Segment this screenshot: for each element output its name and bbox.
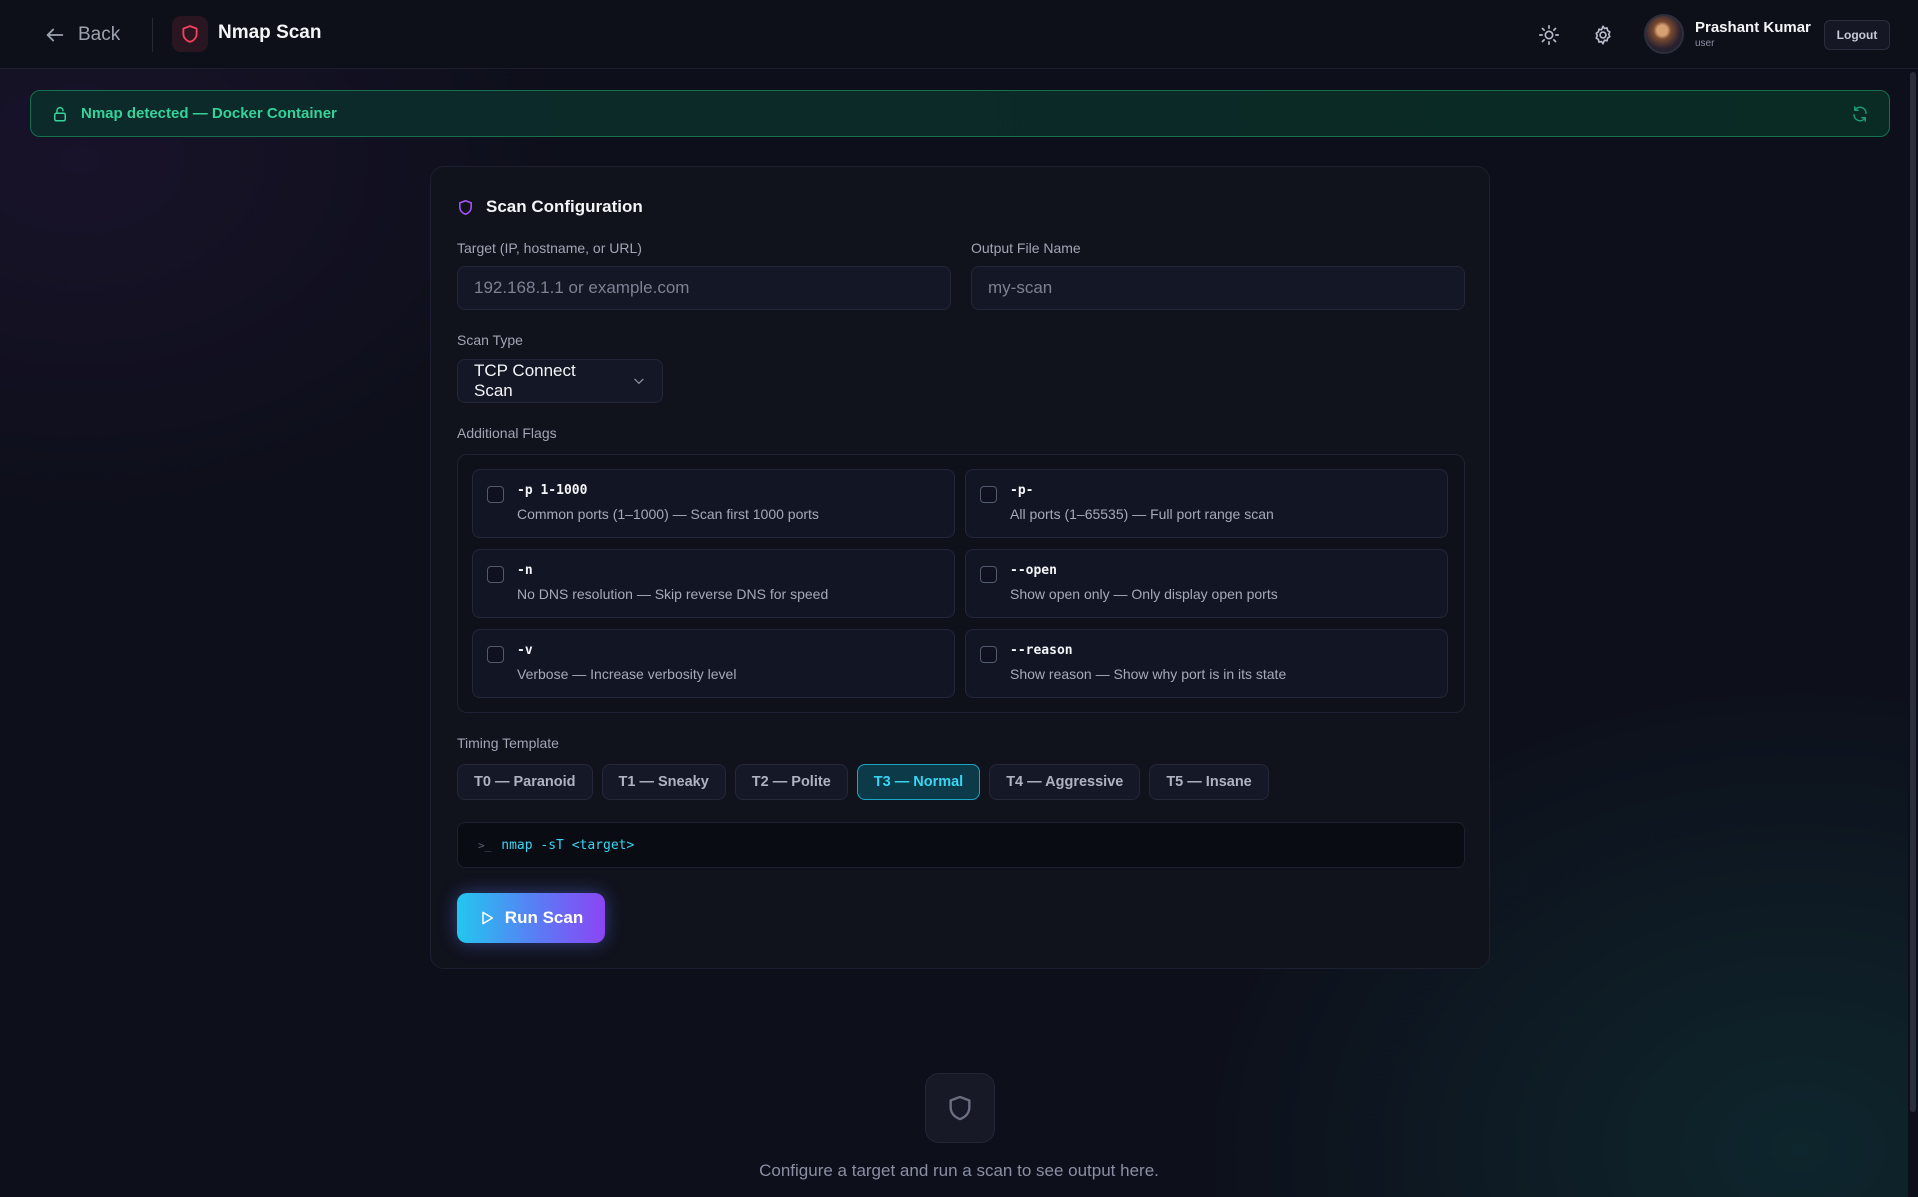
flag-checkbox[interactable] xyxy=(487,566,504,583)
flag-name: -p- xyxy=(1010,483,1034,498)
terminal-icon: >_ xyxy=(478,838,492,852)
flag-option[interactable]: -n No DNS resolution — Skip reverse DNS … xyxy=(472,549,955,618)
timing-option-t5[interactable]: T5 — Insane xyxy=(1149,764,1269,800)
empty-state-icon xyxy=(925,1073,995,1143)
flag-checkbox[interactable] xyxy=(487,486,504,503)
timing-option-t2[interactable]: T2 — Polite xyxy=(734,764,848,800)
arrow-left-icon xyxy=(46,28,64,42)
flag-checkbox[interactable] xyxy=(487,646,504,663)
scan-type-label: Scan Type xyxy=(457,332,523,348)
flag-description: Show open only — Only display open ports xyxy=(1010,586,1278,602)
flag-checkbox[interactable] xyxy=(980,486,997,503)
shield-icon xyxy=(949,1095,971,1121)
play-icon xyxy=(482,911,493,925)
flag-name: --open xyxy=(1010,563,1057,578)
flag-description: No DNS resolution — Skip reverse DNS for… xyxy=(517,586,829,602)
logout-button[interactable]: Logout xyxy=(1824,20,1890,50)
run-scan-label: Run Scan xyxy=(504,908,584,927)
flag-option[interactable]: -v Verbose — Increase verbosity level xyxy=(472,629,955,698)
scan-configuration-card: Scan Configuration Target (IP, hostname,… xyxy=(430,166,1490,969)
output-file-input[interactable] xyxy=(971,266,1465,310)
command-text: nmap -sT <target> xyxy=(501,837,635,853)
flag-option[interactable]: -p 1-1000 Common ports (1–1000) — Scan f… xyxy=(472,469,955,538)
timing-option-t4[interactable]: T4 — Aggressive xyxy=(989,764,1141,800)
refresh-icon[interactable] xyxy=(1851,105,1869,123)
run-scan-button[interactable]: Run Scan xyxy=(457,893,605,943)
target-input[interactable] xyxy=(457,266,951,310)
divider xyxy=(152,18,153,52)
scan-type-select[interactable]: TCP Connect Scan xyxy=(457,359,663,403)
timing-option-t0[interactable]: T0 — Paranoid xyxy=(457,764,593,800)
flags-group: -p 1-1000 Common ports (1–1000) — Scan f… xyxy=(457,454,1465,713)
scan-type-value: TCP Connect Scan xyxy=(474,361,576,400)
timing-option-t1[interactable]: T1 — Sneaky xyxy=(601,764,726,800)
banner-text: Nmap detected — Docker Container xyxy=(81,105,337,122)
shield-icon xyxy=(459,199,472,215)
settings-button[interactable] xyxy=(1588,20,1618,50)
flag-option[interactable]: --open Show open only — Only display ope… xyxy=(965,549,1448,618)
flag-name: -p 1-1000 xyxy=(517,483,588,498)
nmap-status-banner: Nmap detected — Docker Container xyxy=(30,90,1890,137)
user-role: user xyxy=(1695,38,1715,49)
app-logo xyxy=(172,16,208,52)
flag-description: Common ports (1–1000) — Scan first 1000 … xyxy=(517,506,819,522)
back-label: Back xyxy=(78,24,121,45)
flag-option[interactable]: --reason Show reason — Show why port is … xyxy=(965,629,1448,698)
flag-description: Verbose — Increase verbosity level xyxy=(517,666,737,682)
chevron-down-icon xyxy=(634,378,644,384)
shield-icon xyxy=(182,25,198,43)
flag-name: -v xyxy=(517,643,533,658)
timing-template-label: Timing Template xyxy=(457,735,559,751)
output-file-label: Output File Name xyxy=(971,240,1081,256)
flag-name: -n xyxy=(517,563,533,578)
flag-checkbox[interactable] xyxy=(980,646,997,663)
target-label: Target (IP, hostname, or URL) xyxy=(457,240,642,256)
command-preview: >_ nmap -sT <target> xyxy=(457,822,1465,868)
user-name: Prashant Kumar xyxy=(1695,19,1811,36)
page-title: Nmap Scan xyxy=(218,22,322,43)
flag-option[interactable]: -p- All ports (1–65535) — Full port rang… xyxy=(965,469,1448,538)
flag-checkbox[interactable] xyxy=(980,566,997,583)
gear-icon xyxy=(1595,25,1611,45)
back-button[interactable]: Back xyxy=(44,20,120,50)
lock-icon xyxy=(54,106,66,121)
flag-description: All ports (1–65535) — Full port range sc… xyxy=(1010,506,1274,522)
card-header: Scan Configuration xyxy=(457,197,643,217)
scrollbar-thumb[interactable] xyxy=(1910,72,1916,1112)
flag-description: Show reason — Show why port is in its st… xyxy=(1010,666,1287,682)
sun-icon xyxy=(1539,25,1559,45)
flag-name: --reason xyxy=(1010,643,1073,658)
additional-flags-label: Additional Flags xyxy=(457,425,557,441)
theme-toggle-button[interactable] xyxy=(1534,20,1564,50)
top-bar: Back Nmap Scan Prashant Kumar user Logou… xyxy=(0,0,1918,69)
timing-option-t3[interactable]: T3 — Normal xyxy=(856,764,981,800)
card-title: Scan Configuration xyxy=(486,197,643,216)
avatar[interactable] xyxy=(1644,14,1684,54)
empty-state-text: Configure a target and run a scan to see… xyxy=(759,1161,1159,1180)
timing-template-group: T0 — Paranoid T1 — Sneaky T2 — Polite T3… xyxy=(457,764,1269,800)
